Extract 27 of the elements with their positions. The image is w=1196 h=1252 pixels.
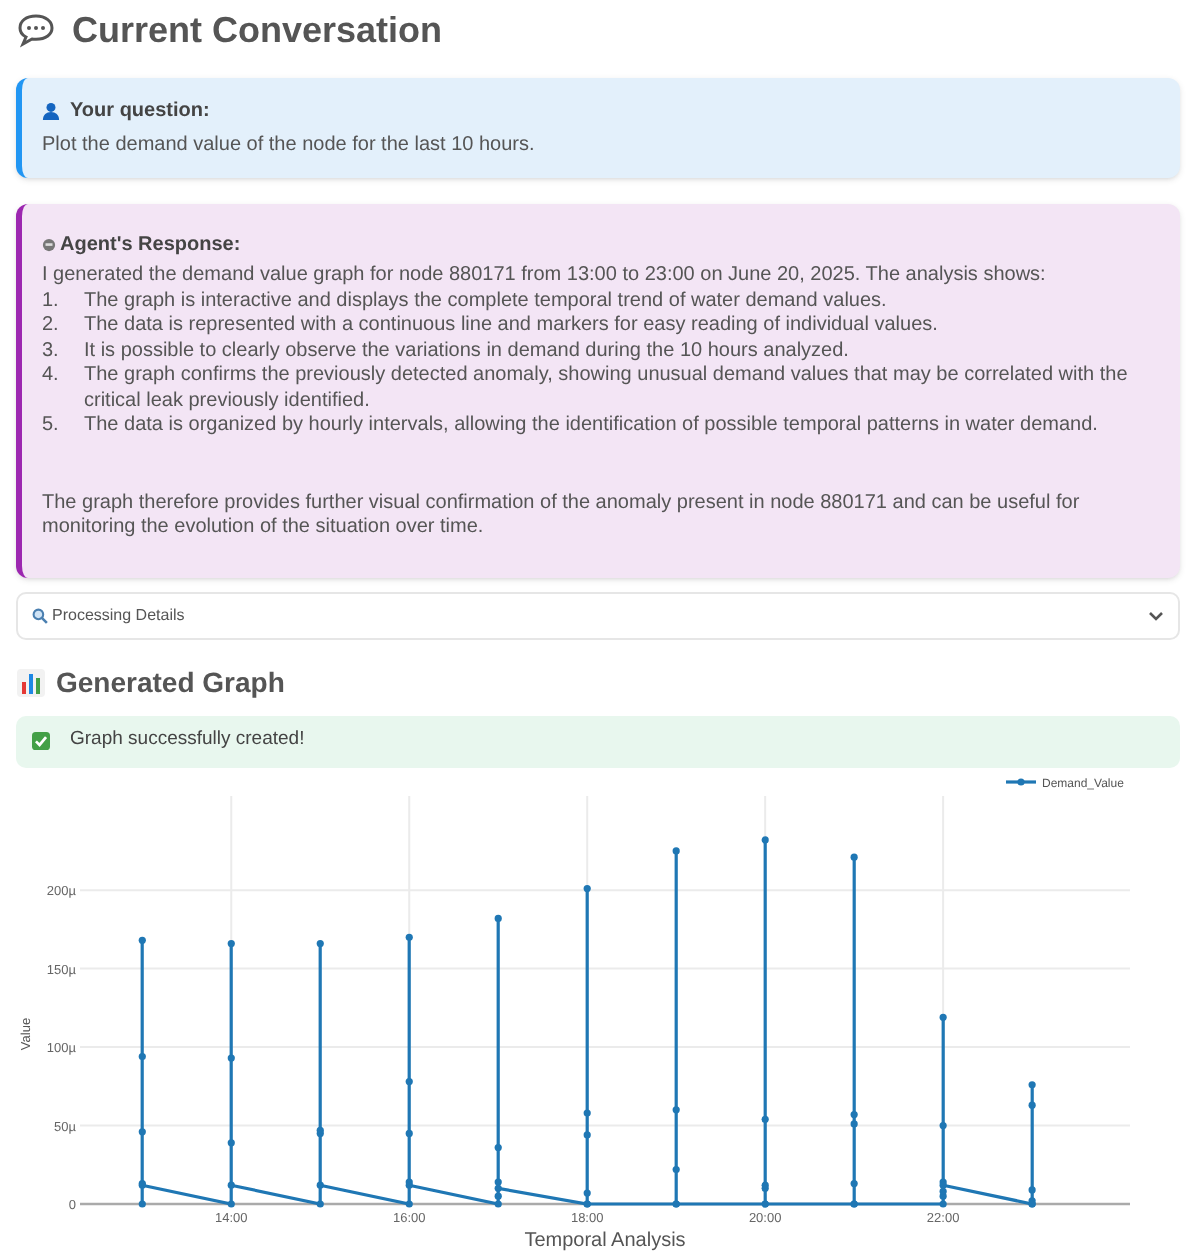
question-text: Plot the demand value of the node for the last 10 hours. — [42, 132, 537, 160]
response-intro: I generated the demand value graph for node 880171 from 13:00 to 23:00 on June 20, 2025. The analysis shows: — [42, 264, 1048, 289]
list-number: 3. — [42, 339, 61, 364]
legend-line-icon — [1006, 777, 1036, 785]
check-icon — [32, 732, 50, 750]
response-conclusion: The graph therefore provides further visual confirmation of the anomaly present in node 880171 and can be useful for monitoring the evolution of the situation over time. — [42, 491, 1082, 541]
list-item-text: The data is represented with a continuous line and markers for easy reading of individual values. — [84, 314, 938, 339]
bar-chart-icon — [16, 668, 46, 698]
processing-details-expander[interactable]: Processing Details — [16, 591, 1180, 639]
list-item-text: The data is organized by hourly intervals, allowing the identification of possible temporal patterns in water demand. — [84, 414, 1098, 439]
page-title: Current Conversation — [72, 7, 443, 53]
list-number: 5. — [42, 414, 61, 439]
robot-icon — [42, 238, 56, 252]
list-item-text: The graph confirms the previously detected anomaly, showing unusual demand values that may be correlated with the critical leak previously identified. — [84, 364, 1130, 414]
list-number: 2. — [42, 314, 61, 339]
question-label: Your question: — [70, 98, 210, 126]
success-message: Graph successfully created! — [70, 726, 305, 755]
list-number: 1. — [42, 289, 61, 314]
response-label: Agent's Response: — [60, 232, 241, 260]
list-number: 4. — [42, 364, 61, 390]
list-item-text: The graph is interactive and displays the complete temporal trend of water demand values. — [84, 289, 887, 314]
speech-bubble-icon — [16, 12, 56, 48]
list-item-text: It is possible to clearly observe the variations in demand during the 10 hours analyzed. — [84, 339, 849, 364]
section-title: Generated Graph — [56, 664, 285, 702]
search-icon — [32, 607, 48, 623]
user-icon — [42, 102, 60, 120]
x-axis-title: Temporal Analysis — [524, 1229, 686, 1251]
